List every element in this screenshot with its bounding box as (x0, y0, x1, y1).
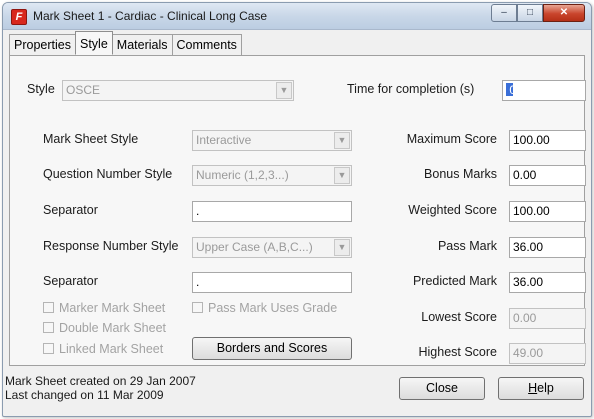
borders-and-scores-button[interactable]: Borders and Scores (192, 337, 352, 360)
minimize-button[interactable]: – (491, 4, 517, 22)
checkbox-box[interactable] (43, 302, 54, 313)
response-number-style-value: Upper Case (A,B,C...) (196, 240, 313, 254)
double-mark-sheet-checkbox[interactable]: Double Mark Sheet (43, 321, 166, 335)
maximum-score-label: Maximum Score (406, 132, 497, 146)
weighted-score-input[interactable]: 100.00 (509, 201, 586, 222)
maximize-button[interactable]: □ (517, 4, 543, 22)
checkbox-box[interactable] (43, 343, 54, 354)
help-button[interactable]: Help (498, 377, 584, 400)
tab-comments[interactable]: Comments (171, 34, 242, 55)
question-separator-input[interactable]: . (192, 201, 352, 222)
time-for-completion-input[interactable]: 0 (502, 80, 586, 101)
chevron-down-icon[interactable]: ▼ (334, 239, 350, 256)
close-button[interactable]: Close (399, 377, 485, 400)
help-button-mnemonic: H (528, 381, 538, 395)
style-panel: Style OSCE ▼ Time for completion (s) 0 M… (9, 55, 586, 366)
help-button-label: elp (537, 381, 554, 395)
last-changed-text: Last changed on 11 Mar 2009 (5, 388, 164, 402)
tab-strip: Properties Style Materials Comments (9, 31, 242, 56)
bonus-marks-input[interactable]: 0.00 (509, 165, 586, 186)
time-for-completion-label: Time for completion (s) (347, 82, 475, 96)
pass-mark-input[interactable]: 36.00 (509, 237, 586, 258)
red-f-app-icon[interactable]: F (11, 9, 27, 25)
weighted-score-label: Weighted Score (408, 203, 497, 217)
lowest-score-input[interactable]: 0.00 (509, 308, 586, 329)
title-bar[interactable]: F Mark Sheet 1 - Cardiac - Clinical Long… (3, 3, 591, 30)
chevron-down-icon[interactable]: ▼ (334, 132, 350, 149)
close-window-button[interactable]: ✕ (543, 4, 585, 22)
pass-mark-label: Pass Mark (437, 239, 497, 253)
lowest-score-label: Lowest Score (421, 310, 497, 324)
bonus-marks-label: Bonus Marks (424, 167, 497, 181)
maximum-score-input[interactable]: 100.00 (509, 130, 586, 151)
marker-mark-sheet-checkbox[interactable]: Marker Mark Sheet (43, 301, 165, 315)
predicted-mark-input[interactable]: 36.00 (509, 272, 586, 293)
pass-mark-uses-grade-checkbox[interactable]: Pass Mark Uses Grade (192, 301, 337, 315)
checkbox-box[interactable] (43, 322, 54, 333)
response-number-style-select[interactable]: Upper Case (A,B,C...) ▼ (192, 237, 352, 258)
minimize-icon: – (501, 7, 507, 18)
predicted-mark-label: Predicted Mark (412, 274, 497, 288)
style-select[interactable]: OSCE ▼ (62, 80, 294, 101)
style-label: Style (27, 82, 55, 96)
window-title: Mark Sheet 1 - Cardiac - Clinical Long C… (33, 9, 268, 23)
highest-score-label: Highest Score (418, 345, 497, 359)
maximize-icon: □ (526, 7, 534, 18)
question-number-style-value: Numeric (1,2,3...) (196, 168, 289, 182)
mark-sheet-window: F Mark Sheet 1 - Cardiac - Clinical Long… (2, 2, 592, 417)
tab-materials[interactable]: Materials (111, 34, 173, 55)
question-separator-label: Separator (43, 203, 98, 217)
linked-mark-sheet-checkbox[interactable]: Linked Mark Sheet (43, 342, 163, 356)
checkbox-box[interactable] (192, 302, 203, 313)
mark-sheet-style-select[interactable]: Interactive ▼ (192, 130, 352, 151)
question-number-style-label: Question Number Style (43, 167, 173, 181)
response-number-style-label: Response Number Style (43, 239, 179, 253)
question-number-style-select[interactable]: Numeric (1,2,3...) ▼ (192, 165, 352, 186)
response-separator-input[interactable]: . (192, 272, 352, 293)
highest-score-input[interactable]: 49.00 (509, 343, 586, 364)
created-date-text: Mark Sheet created on 29 Jan 2007 (5, 374, 196, 388)
response-separator-label: Separator (43, 274, 98, 288)
chevron-down-icon[interactable]: ▼ (334, 167, 350, 184)
time-for-completion-value: 0 (509, 83, 517, 97)
tab-properties[interactable]: Properties (9, 34, 76, 55)
chevron-down-icon[interactable]: ▼ (276, 82, 292, 99)
mark-sheet-style-label: Mark Sheet Style (43, 132, 139, 146)
mark-sheet-style-value: Interactive (196, 133, 252, 147)
style-select-value: OSCE (66, 83, 101, 97)
window-controls: – □ ✕ (491, 4, 585, 23)
close-icon: ✕ (559, 7, 569, 18)
tab-style[interactable]: Style (74, 31, 113, 55)
